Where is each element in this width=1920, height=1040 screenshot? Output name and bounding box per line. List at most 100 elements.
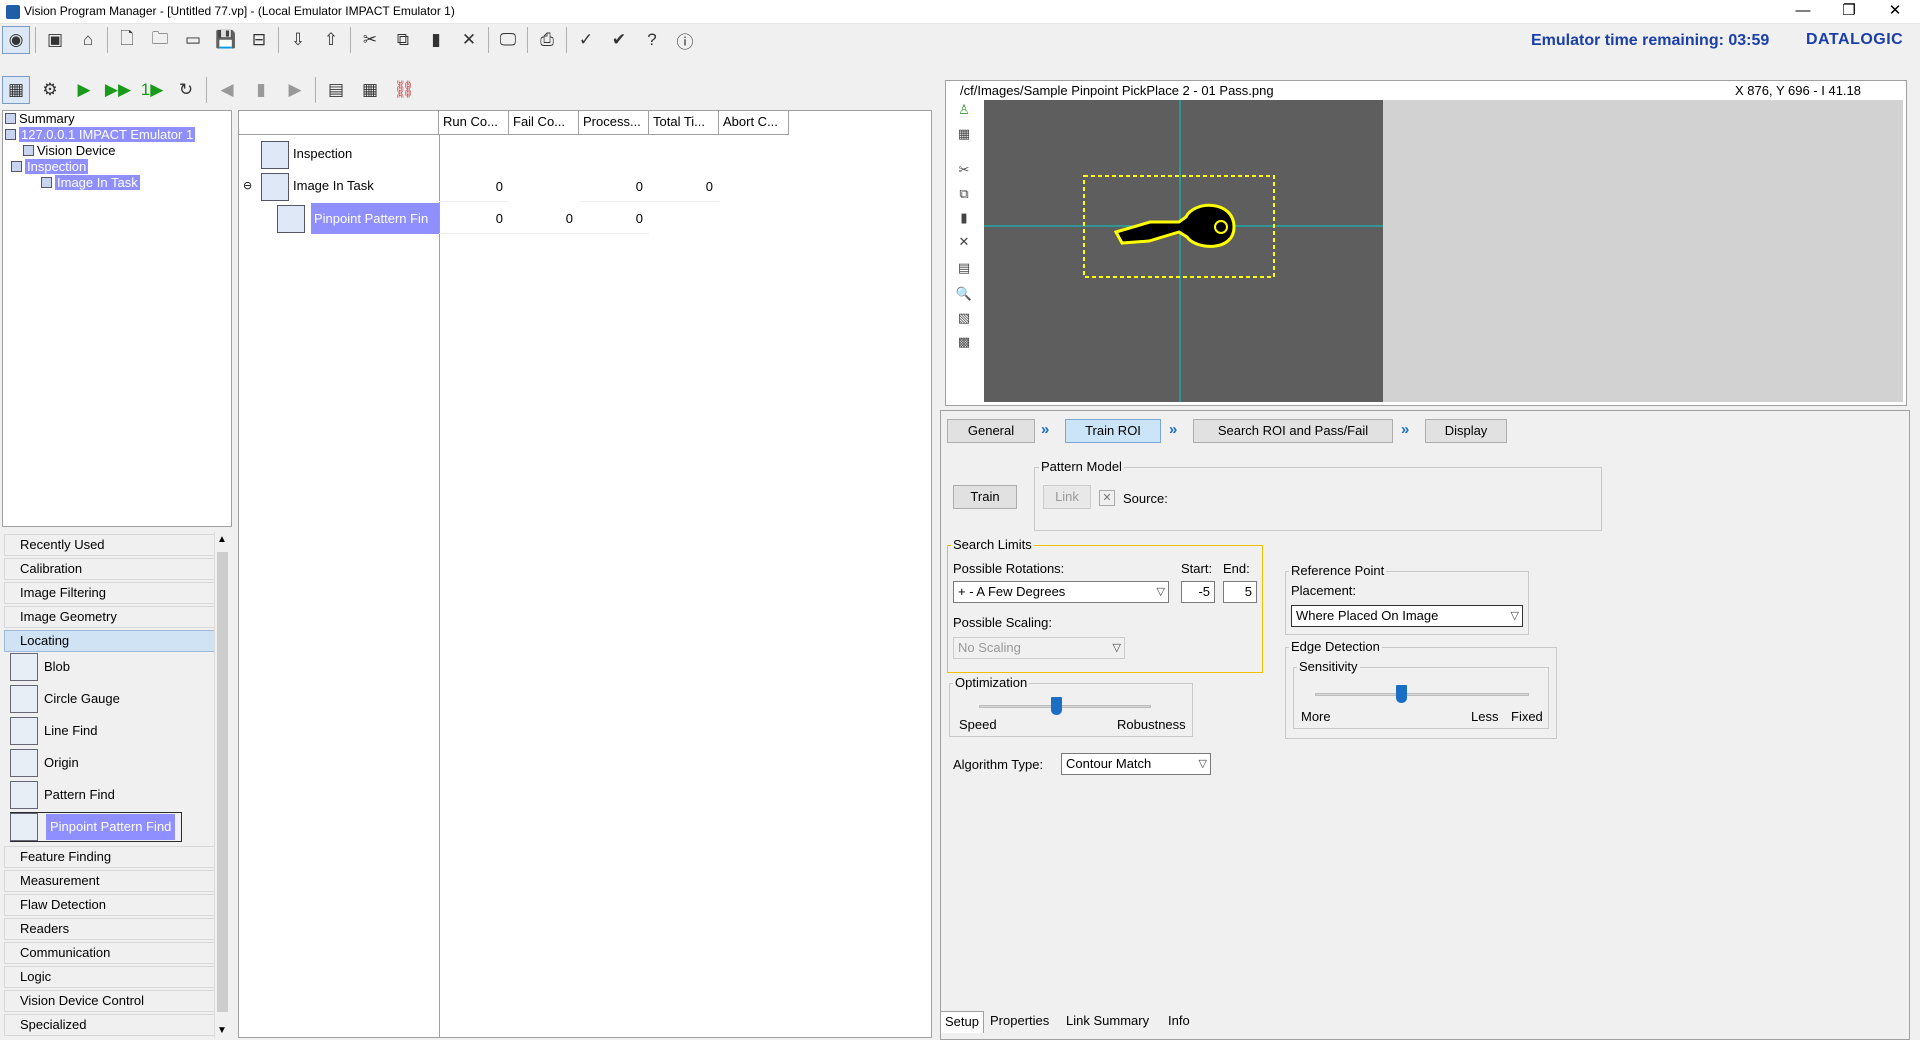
category-logic[interactable]: Logic <box>4 966 216 988</box>
print-icon[interactable]: ⎙ <box>533 26 561 54</box>
stop-icon[interactable]: ▣ <box>41 26 69 54</box>
tab-properties[interactable]: Properties <box>986 1011 1053 1033</box>
paste-icon[interactable]: ▮ <box>955 210 973 230</box>
col-total-time[interactable]: Total Ti... <box>649 111 719 135</box>
link-button[interactable]: Link <box>1043 485 1091 509</box>
category-communication[interactable]: Communication <box>4 942 216 964</box>
sensitivity-slider[interactable] <box>1395 685 1407 703</box>
category-calibration[interactable]: Calibration <box>4 558 216 580</box>
reload-icon[interactable]: ↻ <box>172 76 200 104</box>
tab-info[interactable]: Info <box>1164 1011 1194 1033</box>
image-icon[interactable]: ▧ <box>955 310 973 330</box>
save-all-icon[interactable]: ⊟ <box>245 26 273 54</box>
category-recently-used[interactable]: Recently Used <box>4 534 216 556</box>
folder-icon[interactable]: ▭ <box>179 26 207 54</box>
category-locating[interactable]: Locating <box>4 630 216 652</box>
new-file-icon[interactable]: 🗋 <box>113 26 141 54</box>
col-abort-count[interactable]: Abort C... <box>719 111 789 135</box>
chevron-down-icon: ▽ <box>1156 586 1165 598</box>
train-button[interactable]: Train <box>953 485 1017 509</box>
link-icon[interactable]: ⛓ <box>390 76 418 104</box>
copy-icon[interactable]: ⧉ <box>389 26 417 54</box>
frame-icon[interactable]: ▩ <box>955 334 973 354</box>
tab-setup[interactable]: Setup <box>940 1011 984 1033</box>
connect-icon[interactable]: ◉ <box>2 26 30 54</box>
run-icon[interactable]: ▶ <box>70 76 98 104</box>
pause-icon[interactable]: ▮ <box>247 76 275 104</box>
category-image-geometry[interactable]: Image Geometry <box>4 606 216 628</box>
back-icon[interactable]: ◀ <box>213 76 241 104</box>
grid-row-inspection[interactable]: Inspection <box>293 146 352 161</box>
scroll-up-icon[interactable]: ▲ <box>217 534 227 545</box>
grid-row-pinpoint[interactable]: Pinpoint Pattern Fin <box>311 203 439 234</box>
tree-device[interactable]: 127.0.0.1 IMPACT Emulator 1 <box>5 127 196 143</box>
run-once-icon[interactable]: 1▶ <box>138 76 166 104</box>
col-run-count[interactable]: Run Co... <box>439 111 509 135</box>
sensitivity-track[interactable] <box>1315 693 1529 696</box>
tree-image-in-task[interactable]: Image In Task <box>41 175 140 191</box>
category-specialized[interactable]: Specialized <box>4 1014 216 1036</box>
person-icon[interactable]: ♙ <box>955 102 973 122</box>
category-flaw-detection[interactable]: Flaw Detection <box>4 894 216 916</box>
report-icon[interactable]: ▤ <box>322 76 350 104</box>
category-image-filtering[interactable]: Image Filtering <box>4 582 216 604</box>
delete-icon[interactable]: ✕ <box>955 234 973 254</box>
home-icon[interactable]: ⌂ <box>74 26 102 54</box>
tab-train-roi[interactable]: Train ROI <box>1065 419 1161 443</box>
toolbox-scrollbar[interactable]: ▲ ▼ <box>214 532 230 1038</box>
start-input[interactable]: -5 <box>1181 581 1215 603</box>
unlink-icon[interactable]: ✕ <box>1099 490 1115 506</box>
end-input[interactable]: 5 <box>1223 581 1257 603</box>
scroll-thumb[interactable] <box>217 552 228 1012</box>
tab-general[interactable]: General <box>947 419 1035 443</box>
optimization-slider[interactable] <box>1051 697 1063 715</box>
category-feature-finding[interactable]: Feature Finding <box>4 846 216 868</box>
col-process[interactable]: Process... <box>579 111 649 135</box>
calendar-icon[interactable]: ▦ <box>356 76 384 104</box>
optimization-track[interactable] <box>979 705 1151 708</box>
cut-icon[interactable]: ✂ <box>955 162 973 182</box>
category-readers[interactable]: Readers <box>4 918 216 940</box>
cut-icon[interactable]: ✂ <box>356 26 384 54</box>
forward-icon[interactable]: ▶ <box>281 76 309 104</box>
minimize-button[interactable]: — <box>1780 0 1826 24</box>
download-icon[interactable]: ⇩ <box>284 26 312 54</box>
col-fail-count[interactable]: Fail Co... <box>509 111 579 135</box>
restore-button[interactable]: ❐ <box>1826 0 1872 24</box>
paste-icon[interactable]: ▮ <box>422 26 450 54</box>
tab-link-summary[interactable]: Link Summary <box>1062 1011 1153 1033</box>
scaling-select[interactable]: No Scaling ▽ <box>953 637 1125 659</box>
copy-icon[interactable]: ⧉ <box>955 186 973 206</box>
check-icon[interactable]: ✓ <box>572 26 600 54</box>
monitor-icon[interactable]: 🖵 <box>494 26 522 54</box>
placement-select[interactable]: Where Placed On Image ▽ <box>1291 605 1523 627</box>
inspection-mode-icon[interactable]: ▦ <box>2 76 30 104</box>
tab-search-roi[interactable]: Search ROI and Pass/Fail <box>1193 419 1393 443</box>
info-icon[interactable]: ⓘ <box>671 26 699 54</box>
delete-icon[interactable]: ✕ <box>455 26 483 54</box>
collapse-icon[interactable]: ⊖ <box>243 179 252 192</box>
tree-inspection[interactable]: Inspection <box>11 159 89 175</box>
category-vision-device-control[interactable]: Vision Device Control <box>4 990 216 1012</box>
rotations-select[interactable]: + - A Few Degrees ▽ <box>953 581 1169 603</box>
save-icon[interactable]: 💾 <box>212 26 240 54</box>
settings-gear-icon[interactable]: ⚙ <box>36 76 64 104</box>
algorithm-select[interactable]: Contour Match ▽ <box>1061 753 1211 775</box>
check-alt-icon[interactable]: ✔ <box>605 26 633 54</box>
help-icon[interactable]: ? <box>638 26 666 54</box>
open-folder-icon[interactable]: 🗀 <box>146 26 174 54</box>
run-continuous-icon[interactable]: ▶▶ <box>104 76 132 104</box>
inspection-image[interactable] <box>984 100 1383 402</box>
tab-display[interactable]: Display <box>1425 419 1507 443</box>
tree-summary[interactable]: Summary <box>5 111 75 127</box>
zoom-icon[interactable]: 🔍 <box>955 286 973 306</box>
close-button[interactable]: ✕ <box>1872 0 1918 24</box>
grid-row-image-in-task[interactable]: Image In Task <box>293 178 374 193</box>
image-tools: ♙ ▦ ✂ ⧉ ▮ ✕ ▤ 🔍 ▧ ▩ <box>955 100 975 400</box>
layers-icon[interactable]: ▤ <box>955 260 973 280</box>
tree-vision-device[interactable]: Vision Device <box>23 143 116 159</box>
upload-icon[interactable]: ⇧ <box>317 26 345 54</box>
category-measurement[interactable]: Measurement <box>4 870 216 892</box>
scroll-down-icon[interactable]: ▼ <box>217 1025 227 1036</box>
grid-icon[interactable]: ▦ <box>955 126 973 146</box>
